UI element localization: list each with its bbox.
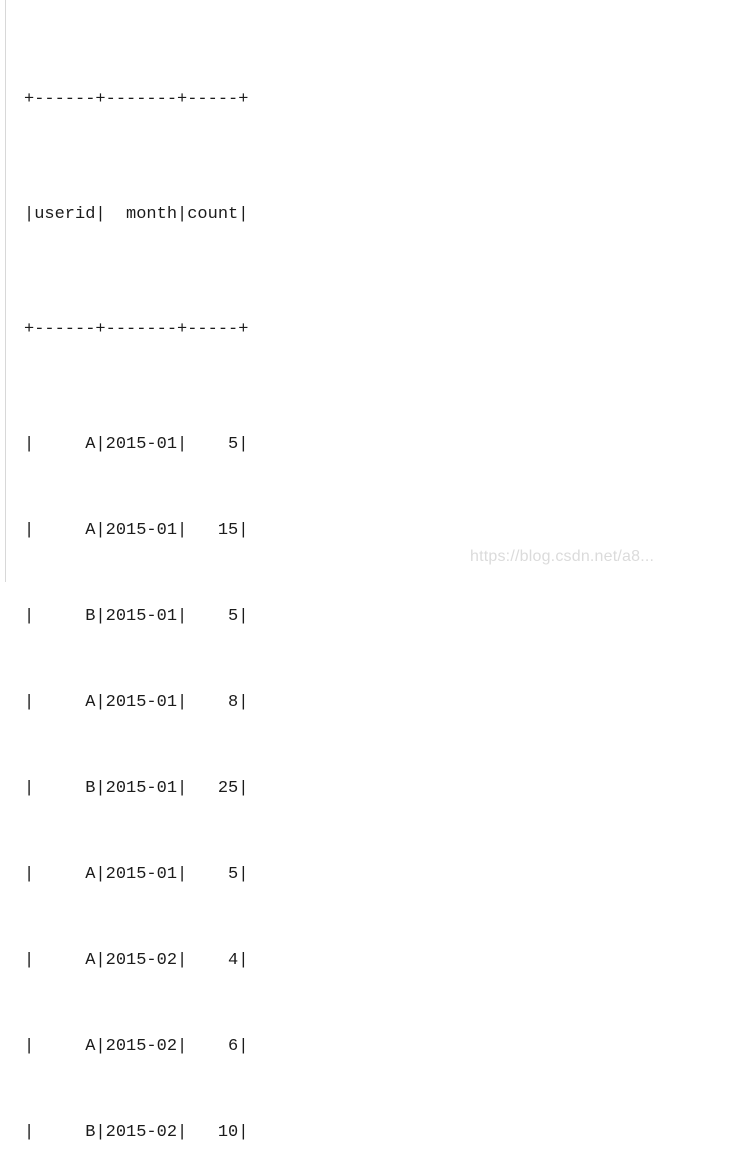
table-row: | B|2015-02| 10| (24, 1123, 249, 1143)
table-row: | B|2015-01| 5| (24, 606, 249, 626)
left-gutter-rule (5, 0, 6, 582)
table-row: | A|2015-02| 6| (24, 1037, 249, 1057)
table-row: | B|2015-01| 25| (24, 778, 249, 798)
console-output: +------+-------+-----+ |userid| month|co… (24, 0, 740, 1142)
table-row: | A|2015-01| 15| (24, 520, 249, 540)
table-row: | A|2015-02| 4| (24, 951, 249, 971)
table-row: | A|2015-01| 5| (24, 864, 249, 884)
table-separator-header: +------+-------+-----+ (24, 319, 249, 339)
table-header-row: |userid| month|count| (24, 204, 249, 224)
table-row: | A|2015-01| 8| (24, 692, 249, 712)
table-row: | A|2015-01| 5| (24, 434, 249, 454)
table-separator-top: +------+-------+-----+ (24, 90, 249, 110)
